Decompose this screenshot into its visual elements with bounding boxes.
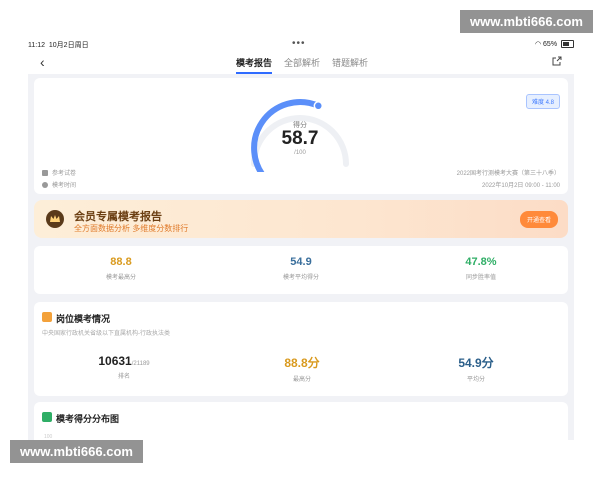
crown-icon — [46, 210, 64, 228]
chart-icon — [42, 412, 52, 422]
back-icon[interactable]: ‹ — [40, 54, 45, 70]
tab-wrong-analysis[interactable]: 错题解析 — [332, 56, 368, 74]
watermark-bottom: www.mbti666.com — [10, 440, 143, 463]
time-value: 2022年10月2日 09:00 - 11:00 — [482, 183, 560, 189]
clock-icon — [42, 182, 48, 189]
paper-label-row: 参考试卷 — [42, 168, 76, 177]
vip-title: 会员专属模考报告 — [74, 211, 162, 223]
distribution-card: 模考得分分布图 100 — [34, 402, 568, 440]
multitask-dots-icon[interactable]: ••• — [292, 38, 306, 49]
stat-highest: 88.8 模考最高分 — [105, 256, 136, 281]
nav-bar: ‹ 模考报告 全部解析 错题解析 — [28, 52, 574, 74]
wifi-icon: ◠ — [534, 41, 542, 48]
tab-all-analysis[interactable]: 全部解析 — [284, 56, 320, 74]
score-unit: /100 — [294, 150, 306, 156]
position-card: 岗位模考情况 中央国家行政机关省级以下直属机构-行政执法类 10631/2118… — [34, 302, 568, 396]
score-card: 难度 4.8 得分 58.7 /100 参考试卷 模考时间 2022国考行测模考… — [34, 78, 568, 194]
status-right: ◠ 65% — [534, 40, 574, 49]
rank-stat: 10631/21189 排名 — [98, 354, 150, 380]
tab-report[interactable]: 模考报告 — [236, 56, 273, 74]
vip-subtitle: 全方面数据分析 多维度分数排行 — [74, 224, 189, 233]
report-tabs: 模考报告 全部解析 错题解析 — [236, 56, 368, 74]
difficulty-badge: 难度 4.8 — [525, 94, 560, 109]
score-stats: 88.8 模考最高分 54.9 模考平均得分 47.8% 同步胜率值 — [34, 246, 568, 294]
share-icon[interactable] — [552, 56, 562, 66]
paper-value: 2022国考行测模考大赛（第三十八季） — [456, 171, 560, 177]
battery-icon — [561, 40, 574, 49]
distribution-title: 模考得分分布图 — [56, 414, 120, 424]
avg-score-stat: 54.9分 平均分 — [458, 356, 494, 383]
position-subtitle: 中央国家行政机关省级以下直属机构-行政执法类 — [42, 331, 170, 337]
score-value: 58.7 — [281, 128, 319, 149]
top-score-stat: 88.8分 最高分 — [284, 356, 320, 383]
status-time: 11:12 10月2日周日 — [28, 42, 89, 49]
paper-icon — [42, 170, 48, 177]
open-vip-button[interactable]: 开通查看 — [519, 211, 558, 228]
position-icon — [42, 312, 52, 322]
gauge-dot — [313, 101, 324, 111]
position-title: 岗位模考情况 — [56, 314, 111, 324]
time-label-row: 模考时间 — [42, 180, 76, 189]
battery-percent: 65% — [543, 41, 558, 48]
status-bar: 11:12 10月2日周日 ••• ◠ 65% — [28, 38, 574, 52]
report-content: 难度 4.8 得分 58.7 /100 参考试卷 模考时间 2022国考行测模考… — [28, 74, 574, 440]
watermark-top: www.mbti666.com — [460, 10, 593, 33]
stat-win-rate: 47.8% 同步胜率值 — [465, 256, 497, 281]
stat-average: 54.9 模考平均得分 — [282, 256, 319, 281]
vip-banner[interactable]: 会员专属模考报告 全方面数据分析 多维度分数排行 开通查看 — [34, 200, 568, 238]
